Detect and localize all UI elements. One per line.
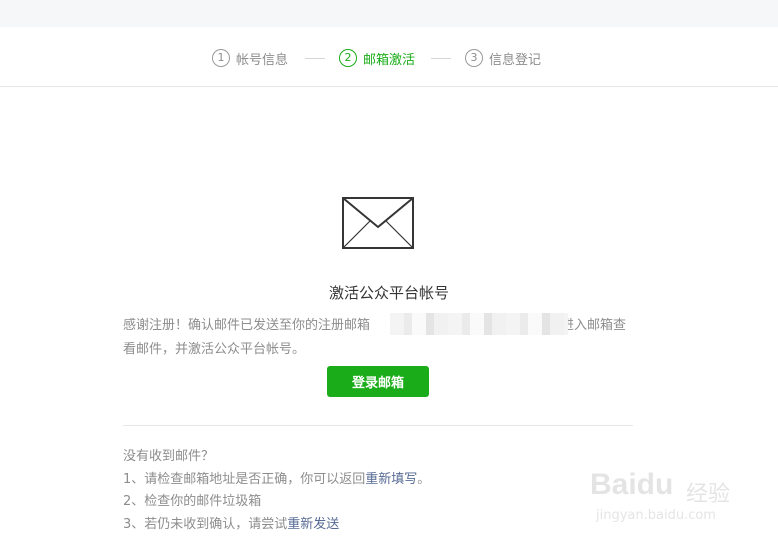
- step-number: 3: [465, 49, 483, 67]
- watermark-logo: Baidu: [590, 468, 674, 501]
- help-heading: 没有收到邮件？: [123, 449, 215, 464]
- step-label: 信息登记: [489, 52, 542, 68]
- login-email-button[interactable]: 登录邮箱: [327, 366, 429, 397]
- help-item-text: 1、请检查邮箱地址是否正确，你可以返回: [123, 471, 366, 487]
- resend-link[interactable]: 重新发送: [287, 517, 339, 532]
- divider: [123, 425, 633, 426]
- progress-steps: 1 帐号信息 2 邮箱激活 3 信息登记: [0, 27, 778, 87]
- page-title: 激活公众平台帐号: [328, 284, 449, 302]
- step-label: 帐号信息: [236, 52, 289, 68]
- step-number: 1: [212, 49, 230, 67]
- description-text: 感谢注册！确认邮件已发送至你的注册邮箱: [123, 318, 371, 333]
- step-email-activation: 2 邮箱激活: [339, 48, 415, 68]
- step-number: 2: [339, 49, 357, 67]
- refill-link[interactable]: 重新填写: [365, 472, 417, 487]
- help-item-3: 3、若仍未收到确认，请尝试重新发送: [123, 514, 430, 537]
- step-account-info: 1 帐号信息: [212, 48, 288, 68]
- help-item-text: 3、若仍未收到确认，请尝试: [123, 516, 288, 532]
- step-info-registration: 3 信息登记: [465, 48, 541, 68]
- step-label: 邮箱激活: [363, 52, 416, 68]
- help-item-1: 1、请检查邮箱地址是否正确，你可以返回重新填写。: [123, 469, 430, 492]
- watermark: Baidu 经验 jingyan.baidu.com: [590, 468, 740, 528]
- step-connector: [431, 58, 451, 59]
- help-section: 没有收到邮件？ 1、请检查邮箱地址是否正确，你可以返回重新填写。 2、检查你的邮…: [123, 446, 430, 536]
- redacted-email: [390, 313, 568, 335]
- help-item-suffix: 。: [417, 471, 431, 487]
- top-bar: [0, 0, 778, 27]
- help-item-2: 2、检查你的邮件垃圾箱: [123, 494, 262, 509]
- watermark-cn: 经验: [686, 482, 731, 507]
- watermark-url: jingyan.baidu.com: [596, 508, 716, 523]
- step-connector: [305, 58, 325, 59]
- envelope-icon: [342, 197, 414, 249]
